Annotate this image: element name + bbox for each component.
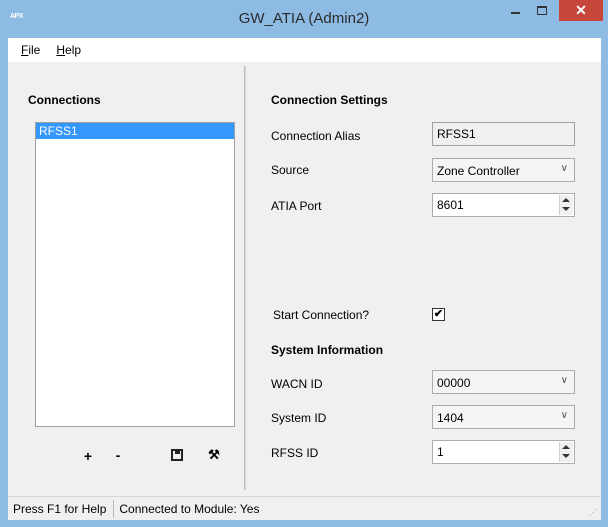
plus-icon: +	[83, 448, 93, 464]
maximize-button[interactable]	[529, 0, 555, 21]
spin-up-icon[interactable]	[562, 445, 570, 449]
panel-divider	[244, 66, 246, 490]
close-button[interactable]: ✕	[559, 0, 603, 21]
rfss-id-spinner[interactable]	[559, 442, 573, 462]
atia-port-spinner[interactable]	[559, 195, 573, 215]
menu-help[interactable]: Help	[48, 43, 89, 57]
source-value: Zone Controller	[437, 164, 520, 178]
system-id-select[interactable]: 1404 ∨	[432, 405, 575, 429]
chevron-down-icon: ∨	[560, 375, 568, 386]
wrench-icon: ⚒	[208, 447, 220, 462]
menu-bar: File Help	[8, 38, 601, 62]
minimize-button[interactable]	[502, 0, 529, 21]
minus-icon: -	[115, 447, 121, 463]
status-bar: Press F1 for Help Connected to Module: Y…	[8, 496, 601, 520]
menu-file[interactable]: File	[13, 43, 48, 57]
client-area: File Help Connections RFSS1 + - ⚒ Connec…	[8, 38, 601, 520]
tools-button[interactable]: ⚒	[206, 447, 222, 463]
resize-grip-icon[interactable]: ⋰	[589, 508, 599, 518]
connections-heading: Connections	[28, 93, 101, 107]
menu-help-label: elp	[65, 43, 82, 57]
menu-file-label: ile	[28, 43, 41, 57]
spin-down-icon[interactable]	[562, 207, 570, 211]
start-connection-checkbox[interactable]: ✔	[432, 308, 445, 321]
start-connection-label: Start Connection?	[273, 308, 370, 322]
save-button[interactable]	[171, 449, 185, 462]
add-connection-button[interactable]: +	[81, 448, 95, 464]
list-item[interactable]: RFSS1	[36, 123, 234, 139]
chevron-down-icon: ∨	[560, 163, 568, 174]
save-icon	[171, 449, 183, 461]
connection-alias-value: RFSS1	[437, 127, 476, 141]
remove-connection-button[interactable]: -	[111, 447, 125, 463]
connection-settings-heading: Connection Settings	[271, 93, 388, 107]
source-select[interactable]: Zone Controller ∨	[432, 158, 575, 182]
rfss-id-field[interactable]: 1	[432, 440, 575, 464]
wacn-id-label: WACN ID	[271, 377, 323, 391]
app-window: APX GW_ATIA (Admin2) ✕ File Help Connect…	[0, 0, 608, 527]
connections-list[interactable]: RFSS1	[35, 122, 235, 427]
status-module-text: Connected to Module: Yes	[119, 501, 260, 516]
spin-up-icon[interactable]	[562, 198, 570, 202]
rfss-id-label: RFSS ID	[271, 446, 319, 460]
rfss-id-value: 1	[437, 445, 444, 459]
checkmark-icon: ✔	[433, 308, 444, 320]
status-help-text: Press F1 for Help	[8, 499, 115, 518]
close-icon: ✕	[575, 2, 587, 18]
wacn-id-value: 00000	[437, 376, 471, 390]
menu-help-mnemonic: H	[56, 43, 66, 57]
minimize-icon	[511, 11, 520, 14]
spin-down-icon[interactable]	[562, 454, 570, 458]
source-label: Source	[271, 163, 310, 177]
system-id-value: 1404	[437, 411, 464, 425]
connection-alias-label: Connection Alias	[271, 129, 361, 143]
atia-port-value: 8601	[437, 198, 464, 212]
maximize-icon	[537, 6, 547, 15]
system-information-heading: System Information	[271, 343, 384, 357]
atia-port-field[interactable]: 8601	[432, 193, 575, 217]
connection-alias-field[interactable]: RFSS1	[432, 122, 575, 146]
wacn-id-select[interactable]: 00000 ∨	[432, 370, 575, 394]
atia-port-label: ATIA Port	[271, 199, 322, 213]
system-id-label: System ID	[271, 411, 327, 425]
title-bar[interactable]: APX GW_ATIA (Admin2) ✕	[0, 0, 608, 38]
chevron-down-icon: ∨	[560, 410, 568, 421]
